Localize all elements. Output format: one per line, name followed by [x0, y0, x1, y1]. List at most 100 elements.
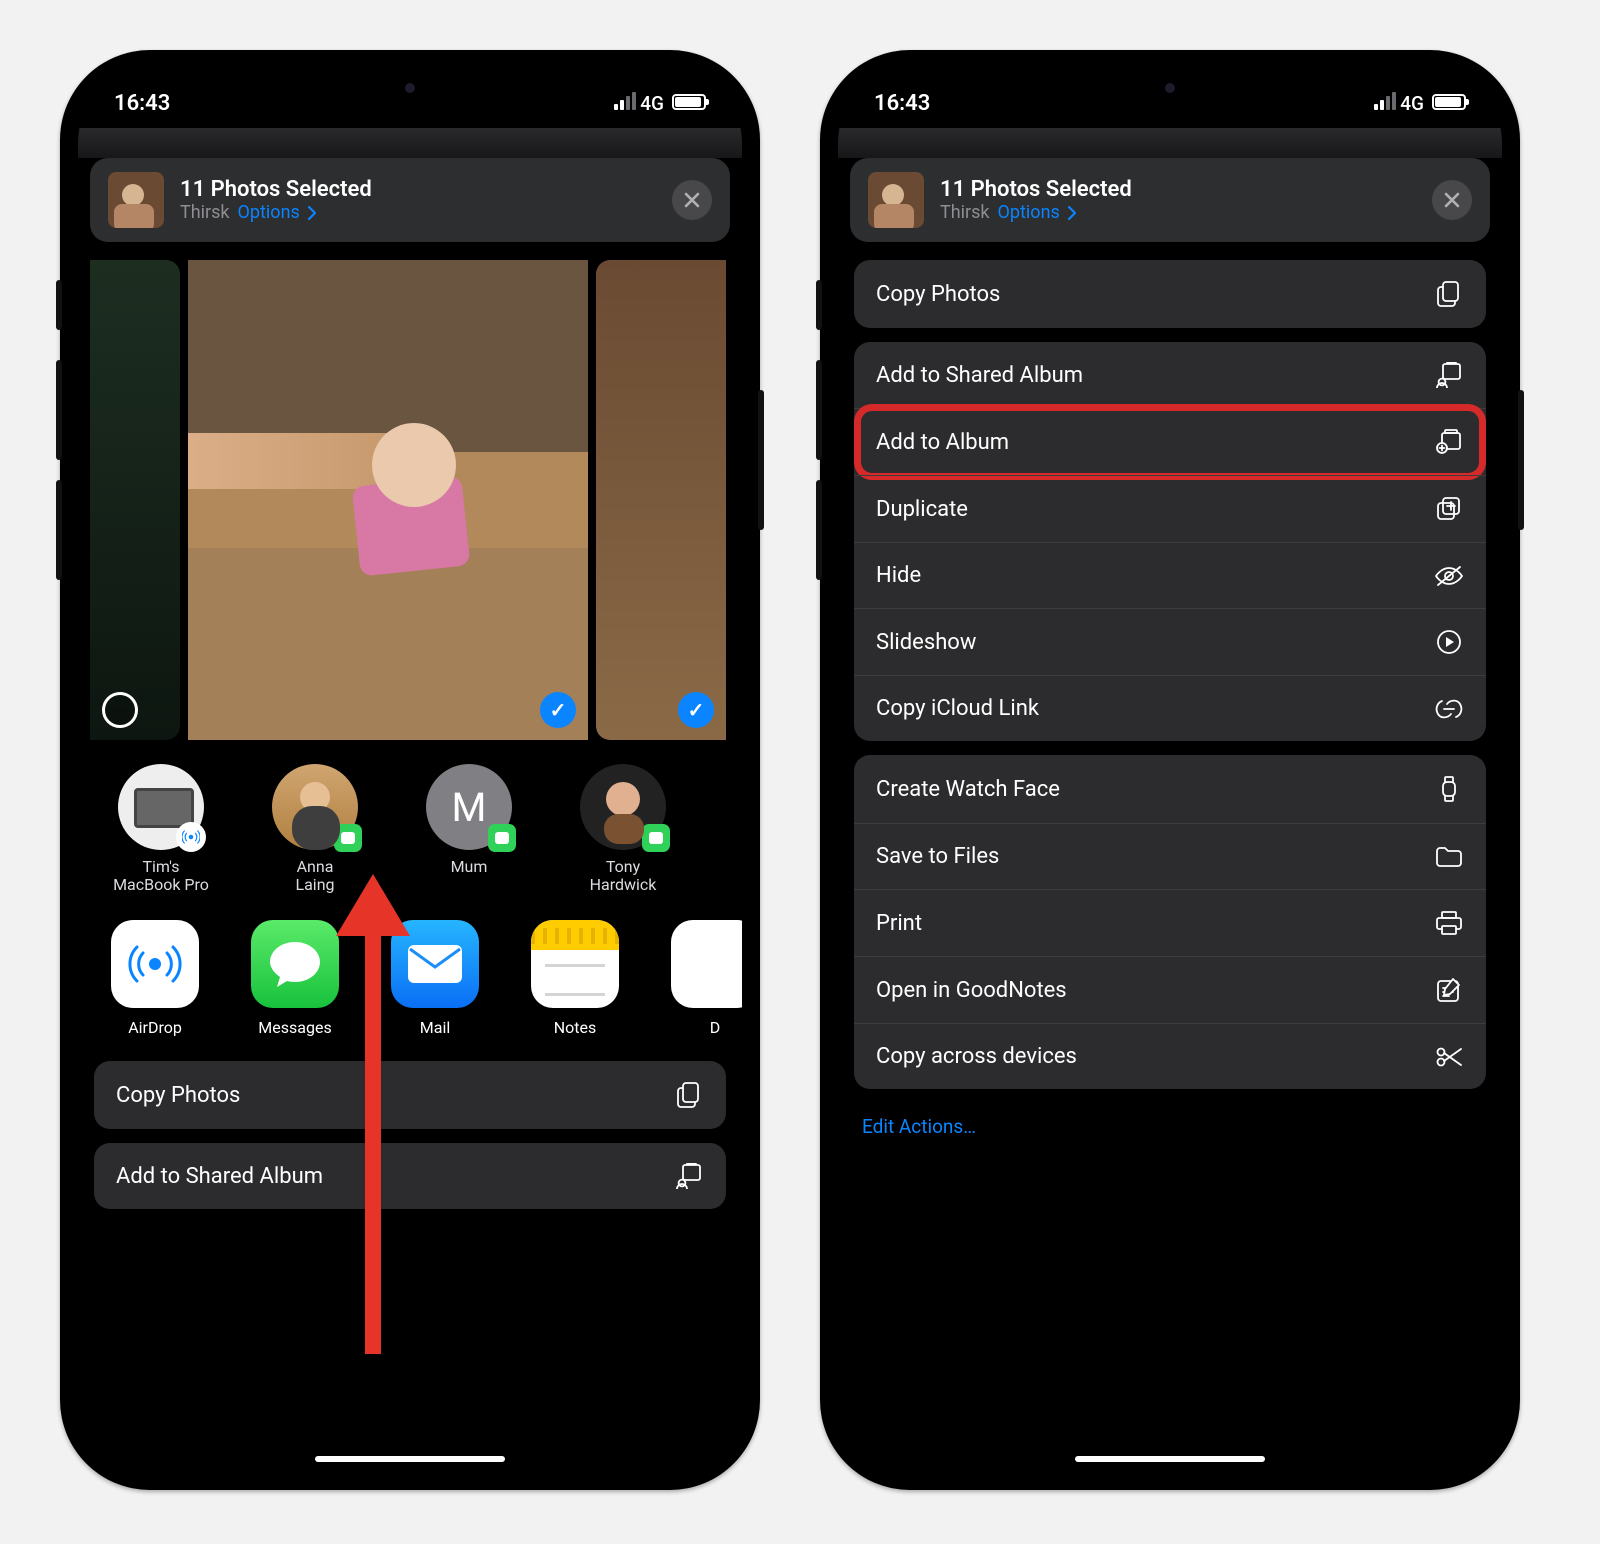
action-watch[interactable]: Create Watch Face — [854, 755, 1486, 823]
home-indicator[interactable] — [1075, 1456, 1265, 1462]
photo-thumbnail[interactable]: ✓ — [596, 260, 726, 740]
scissors-icon — [1434, 1046, 1464, 1068]
action-shared-album[interactable]: Add to Shared Album — [854, 342, 1486, 408]
contact-name: Mum — [451, 858, 488, 896]
close-button[interactable] — [1432, 180, 1472, 220]
action-hide[interactable]: Hide — [854, 542, 1486, 608]
share-contact[interactable]: AnnaLaing — [250, 764, 380, 896]
action-label: Add to Album — [876, 430, 1009, 455]
signal-icon — [614, 92, 636, 110]
action-list: Copy Photos Add to Shared Album Add to A… — [838, 242, 1502, 1138]
action-label: Add to Shared Album — [116, 1164, 323, 1189]
status-time: 16:43 — [114, 91, 170, 116]
action-note[interactable]: Open in GoodNotes — [854, 956, 1486, 1023]
action-shared-album[interactable]: Add to Shared Album — [94, 1143, 726, 1209]
shared-album-icon — [1434, 362, 1464, 388]
hide-icon — [1434, 565, 1464, 587]
photo-thumbnail[interactable] — [90, 260, 180, 740]
share-sheet-header: 11 Photos Selected Thirsk Options — [90, 158, 730, 242]
close-button[interactable] — [672, 180, 712, 220]
selection-check-icon[interactable]: ✓ — [678, 692, 714, 728]
action-label: Hide — [876, 563, 921, 588]
duplicate-icon — [1434, 496, 1464, 522]
avatar — [272, 764, 358, 850]
share-apps-row[interactable]: AirDrop Messages Mail Notes D — [78, 904, 742, 1045]
action-folder[interactable]: Save to Files — [854, 823, 1486, 889]
app-name-label: AirDrop — [128, 1018, 182, 1037]
share-app[interactable]: Mail — [380, 920, 490, 1037]
photo-strip[interactable]: ✓ ✓ — [78, 260, 742, 740]
app-name-label: Notes — [554, 1018, 597, 1037]
action-play[interactable]: Slideshow — [854, 608, 1486, 675]
sheet-subtitle: Thirsk — [940, 202, 990, 223]
messages-badge-icon — [642, 824, 670, 852]
share-contact[interactable]: Tim'sMacBook Pro — [96, 764, 226, 896]
share-app[interactable]: D — [660, 920, 742, 1037]
options-link[interactable]: Options — [998, 202, 1060, 223]
messages-app-icon — [251, 920, 339, 1008]
link-icon — [1434, 698, 1464, 720]
chevron-right-icon — [1068, 206, 1077, 220]
home-indicator[interactable] — [315, 1456, 505, 1462]
selection-thumbnail — [868, 172, 924, 228]
cellular-label: 4G — [640, 92, 664, 115]
airdrop-badge-icon — [176, 822, 206, 852]
action-label: Save to Files — [876, 844, 999, 869]
folder-icon — [1434, 846, 1464, 868]
action-label: Duplicate — [876, 497, 968, 522]
add-album-icon — [1434, 429, 1464, 455]
copy-icon — [1434, 280, 1464, 308]
action-label: Copy iCloud Link — [876, 696, 1039, 721]
sheet-title: 11 Photos Selected — [940, 177, 1416, 202]
photo-thumbnail[interactable]: ✓ — [188, 260, 588, 740]
share-contacts-row[interactable]: Tim'sMacBook Pro AnnaLaing M Mum TonyHard… — [78, 764, 742, 904]
share-contact[interactable]: M Mum — [404, 764, 534, 896]
app-name-label: Mail — [420, 1018, 450, 1037]
action-label: Slideshow — [876, 630, 976, 655]
action-label: Copy Photos — [876, 282, 1000, 307]
action-scissors[interactable]: Copy across devices — [854, 1023, 1486, 1089]
share-app[interactable]: AirDrop — [100, 920, 210, 1037]
phone-right: 16:43 4G 11 Photos Selected Thirsk Optio… — [820, 50, 1520, 1490]
share-app[interactable]: Messages — [240, 920, 350, 1037]
share-sheet-header: 11 Photos Selected Thirsk Options — [850, 158, 1490, 242]
action-link[interactable]: Copy iCloud Link — [854, 675, 1486, 741]
mail-app-icon — [391, 920, 479, 1008]
avatar — [580, 764, 666, 850]
share-contact[interactable]: TonyHardwick — [558, 764, 688, 896]
app-name-label: D — [710, 1018, 721, 1037]
share-app[interactable]: Notes — [520, 920, 630, 1037]
messages-badge-icon — [334, 824, 362, 852]
notch — [1035, 68, 1305, 104]
action-list: Copy Photos Add to Shared Album — [78, 1045, 742, 1209]
sheet-subtitle: Thirsk — [180, 202, 230, 223]
action-label: Add to Shared Album — [876, 363, 1083, 388]
notes-app-icon — [531, 920, 619, 1008]
signal-icon — [1374, 92, 1396, 110]
print-icon — [1434, 910, 1464, 936]
edit-actions-link[interactable]: Edit Actions… — [854, 1103, 1486, 1138]
action-label: Copy across devices — [876, 1044, 1077, 1069]
selection-thumbnail — [108, 172, 164, 228]
airdrop-app-icon — [111, 920, 199, 1008]
messages-badge-icon — [488, 824, 516, 852]
action-label: Open in GoodNotes — [876, 978, 1067, 1003]
action-label: Copy Photos — [116, 1083, 240, 1108]
action-add-album[interactable]: Add to Album — [854, 408, 1486, 475]
battery-icon — [1432, 94, 1466, 110]
options-link[interactable]: Options — [238, 202, 300, 223]
selection-check-icon[interactable]: ✓ — [540, 692, 576, 728]
notch — [275, 68, 545, 104]
action-copy[interactable]: Copy Photos — [854, 260, 1486, 328]
drive-app-icon — [671, 920, 742, 1008]
contact-name: AnnaLaing — [295, 858, 334, 896]
battery-icon — [672, 94, 706, 110]
action-copy[interactable]: Copy Photos — [94, 1061, 726, 1129]
watch-icon — [1434, 775, 1464, 803]
selection-circle-icon[interactable] — [102, 692, 138, 728]
action-duplicate[interactable]: Duplicate — [854, 475, 1486, 542]
note-icon — [1434, 977, 1464, 1003]
action-print[interactable]: Print — [854, 889, 1486, 956]
contact-name: Tim'sMacBook Pro — [113, 858, 209, 896]
avatar: M — [426, 764, 512, 850]
